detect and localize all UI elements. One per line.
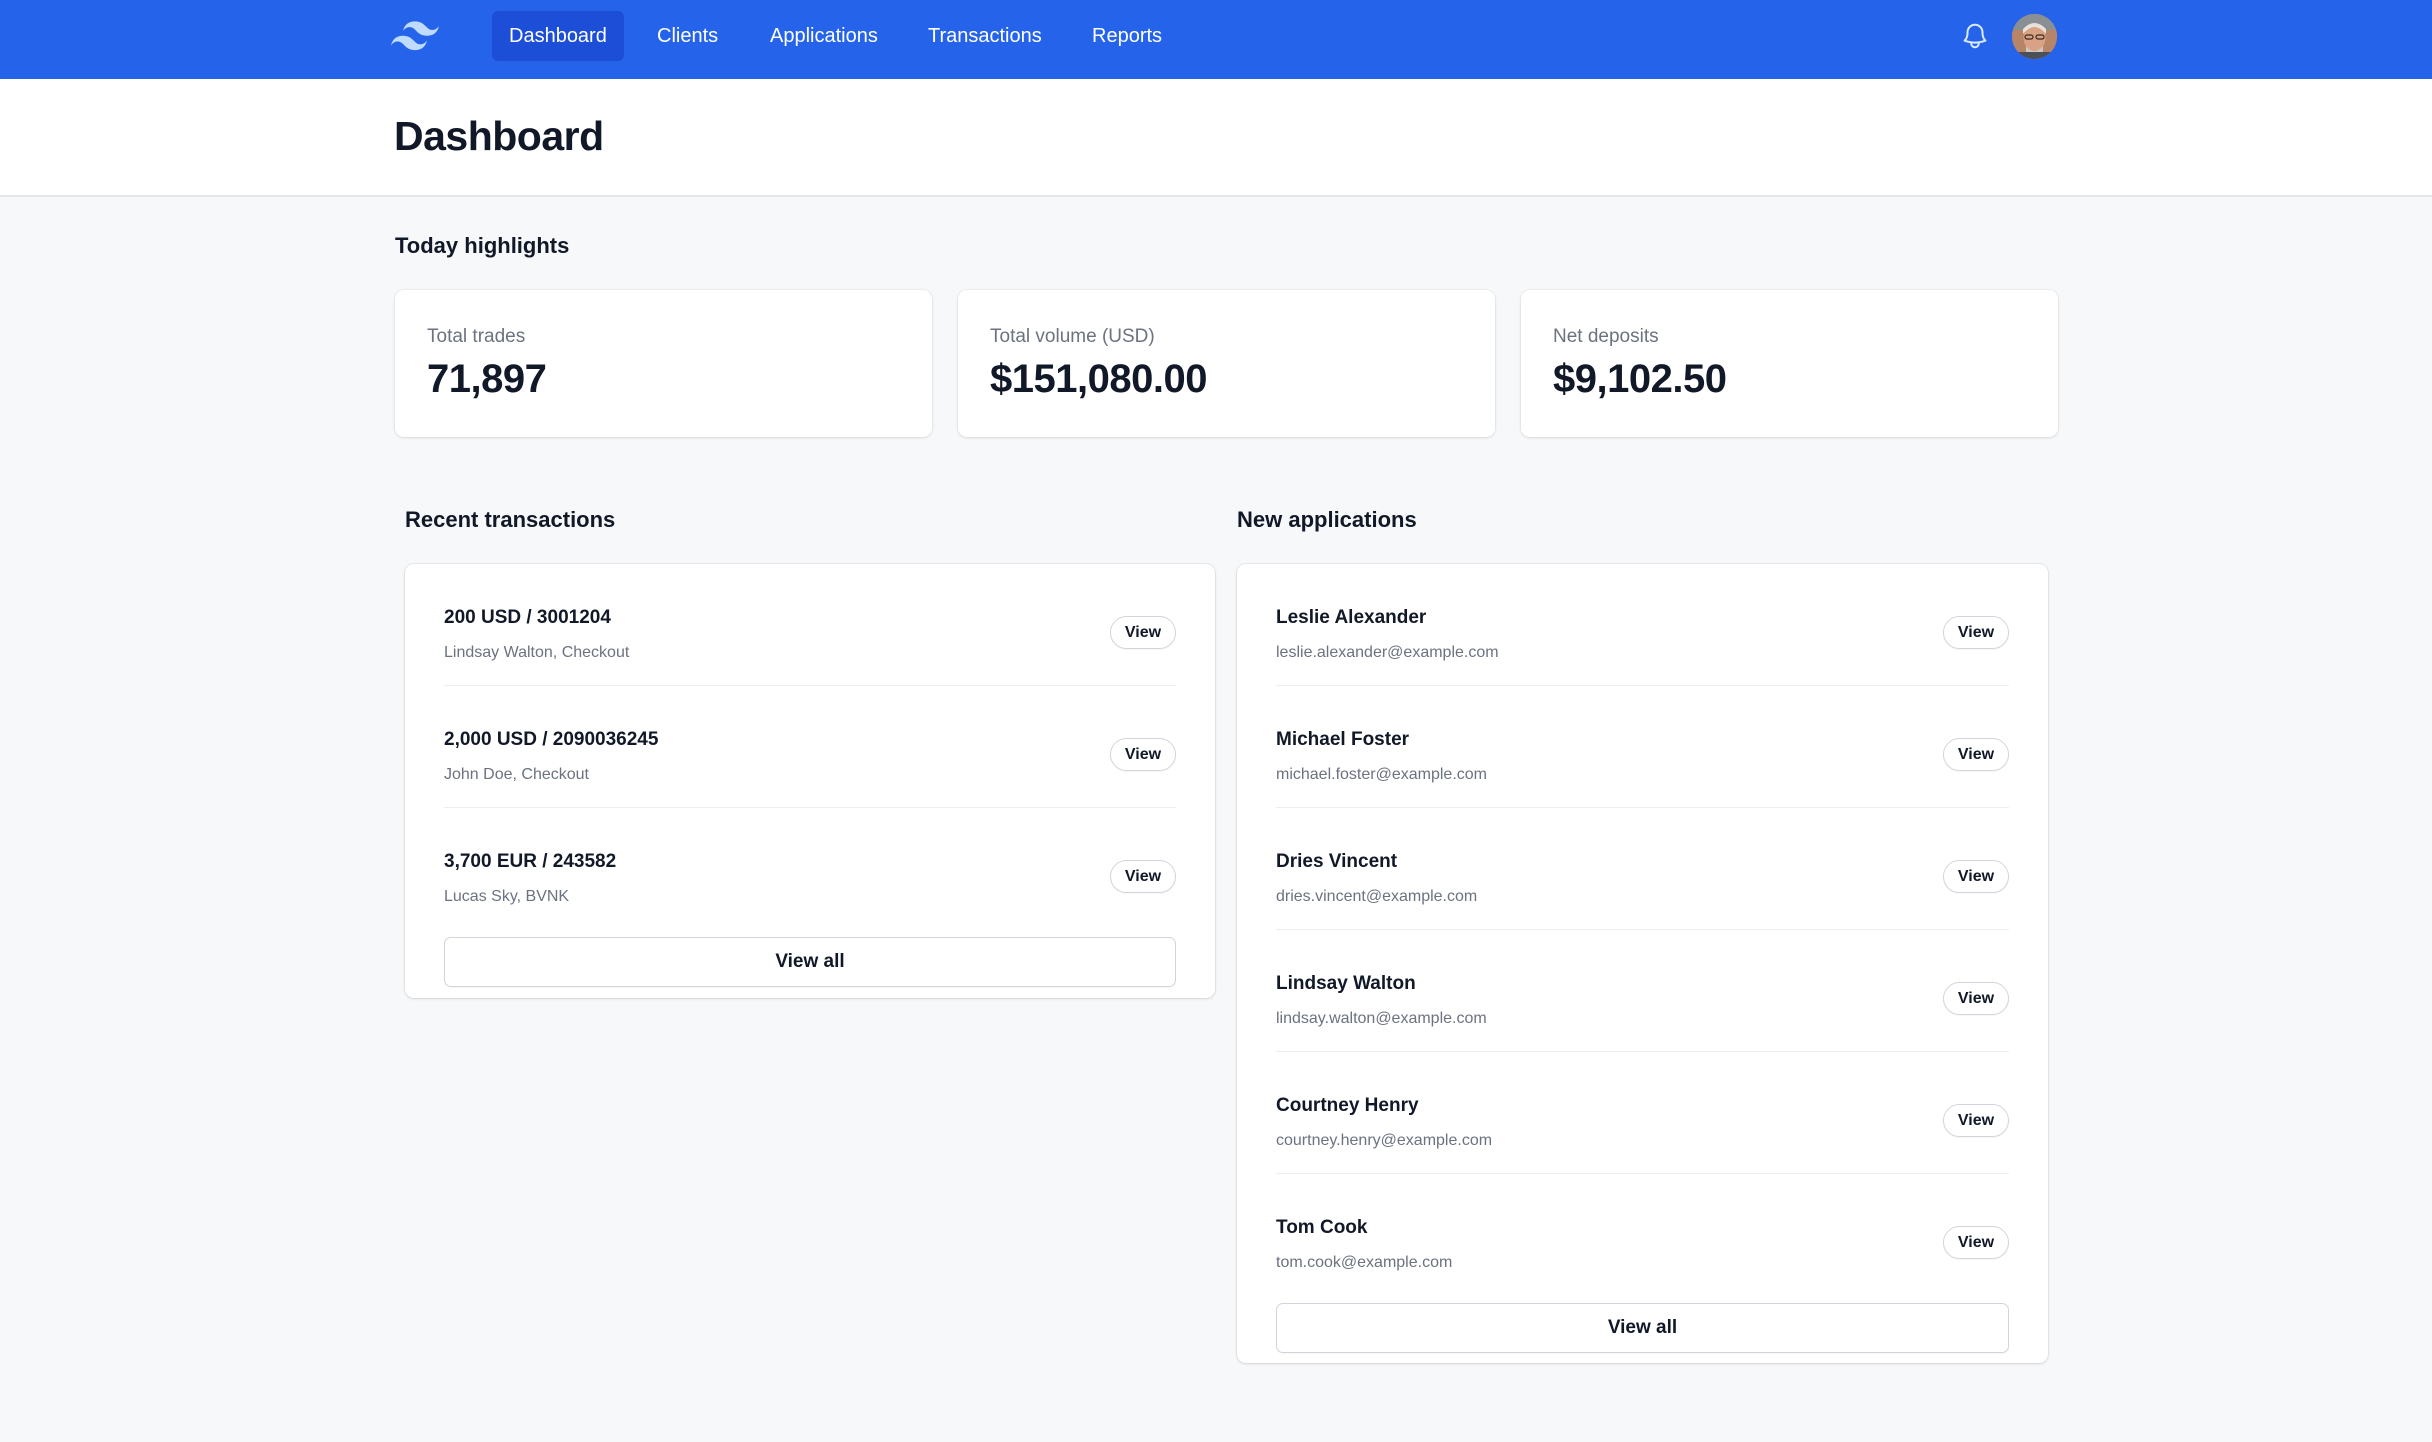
application-row: Dries Vincent dries.vincent@example.com … bbox=[1276, 808, 2009, 930]
applicant-email: tom.cook@example.com bbox=[1276, 1254, 1452, 1272]
transactions-card: 200 USD / 3001204 Lindsay Walton, Checko… bbox=[405, 564, 1215, 998]
view-button[interactable]: View bbox=[1110, 616, 1176, 649]
transaction-row: 2,000 USD / 2090036245 John Doe, Checkou… bbox=[444, 686, 1176, 808]
transaction-row: 3,700 EUR / 243582 Lucas Sky, BVNK View bbox=[444, 808, 1176, 930]
stat-card-net-deposits: Net deposits $9,102.50 bbox=[1521, 290, 2058, 437]
view-button[interactable]: View bbox=[1943, 1226, 2009, 1259]
view-button[interactable]: View bbox=[1943, 616, 2009, 649]
applicant-name: Michael Foster bbox=[1276, 729, 1409, 751]
applicant-name: Dries Vincent bbox=[1276, 851, 1397, 873]
bell-icon[interactable] bbox=[1960, 20, 1990, 52]
highlights-title: Today highlights bbox=[395, 233, 569, 259]
top-navigation-bar: Dashboard Clients Applications Transacti… bbox=[0, 0, 2432, 79]
view-button[interactable]: View bbox=[1110, 860, 1176, 893]
applicant-name: Leslie Alexander bbox=[1276, 607, 1426, 629]
transaction-subtitle: Lucas Sky, BVNK bbox=[444, 888, 569, 906]
applications-title: New applications bbox=[1237, 507, 1417, 533]
nav-clients[interactable]: Clients bbox=[640, 11, 735, 61]
application-row: Courtney Henry courtney.henry@example.co… bbox=[1276, 1052, 2009, 1174]
transaction-row: 200 USD / 3001204 Lindsay Walton, Checko… bbox=[444, 564, 1176, 686]
applicant-email: courtney.henry@example.com bbox=[1276, 1132, 1492, 1150]
transaction-subtitle: Lindsay Walton, Checkout bbox=[444, 644, 629, 662]
applications-card: Leslie Alexander leslie.alexander@exampl… bbox=[1237, 564, 2048, 1363]
applicant-name: Tom Cook bbox=[1276, 1217, 1367, 1239]
avatar-face-icon bbox=[2012, 14, 2057, 59]
application-row: Tom Cook tom.cook@example.com View bbox=[1276, 1174, 2009, 1296]
stat-card-total-volume: Total volume (USD) $151,080.00 bbox=[958, 290, 1495, 437]
stat-value: 71,897 bbox=[427, 357, 546, 402]
application-row: Leslie Alexander leslie.alexander@exampl… bbox=[1276, 564, 2009, 686]
application-row: Michael Foster michael.foster@example.co… bbox=[1276, 686, 2009, 808]
tailwind-waves-icon[interactable] bbox=[391, 18, 439, 54]
stat-label: Total trades bbox=[427, 326, 525, 348]
applicant-email: lindsay.walton@example.com bbox=[1276, 1010, 1487, 1028]
view-button[interactable]: View bbox=[1943, 860, 2009, 893]
stat-label: Net deposits bbox=[1553, 326, 1659, 348]
stat-label: Total volume (USD) bbox=[990, 326, 1155, 348]
stat-card-total-trades: Total trades 71,897 bbox=[395, 290, 932, 437]
stat-value: $151,080.00 bbox=[990, 357, 1207, 402]
page-title: Dashboard bbox=[394, 113, 604, 160]
nav-dashboard[interactable]: Dashboard bbox=[492, 11, 624, 61]
applicant-email: michael.foster@example.com bbox=[1276, 766, 1487, 784]
applicant-email: dries.vincent@example.com bbox=[1276, 888, 1477, 906]
view-all-applications-button[interactable]: View all bbox=[1276, 1303, 2009, 1353]
page-header: Dashboard bbox=[0, 79, 2432, 197]
applicant-email: leslie.alexander@example.com bbox=[1276, 644, 1499, 662]
nav-applications[interactable]: Applications bbox=[753, 11, 895, 61]
view-button[interactable]: View bbox=[1943, 982, 2009, 1015]
nav-transactions[interactable]: Transactions bbox=[911, 11, 1059, 61]
view-button[interactable]: View bbox=[1943, 1104, 2009, 1137]
applicant-name: Lindsay Walton bbox=[1276, 973, 1416, 995]
user-avatar[interactable] bbox=[2012, 14, 2057, 59]
view-button[interactable]: View bbox=[1110, 738, 1176, 771]
view-all-transactions-button[interactable]: View all bbox=[444, 937, 1176, 987]
view-button[interactable]: View bbox=[1943, 738, 2009, 771]
nav-reports[interactable]: Reports bbox=[1075, 11, 1179, 61]
application-row: Lindsay Walton lindsay.walton@example.co… bbox=[1276, 930, 2009, 1052]
stat-value: $9,102.50 bbox=[1553, 357, 1726, 402]
transaction-title: 2,000 USD / 2090036245 bbox=[444, 729, 658, 751]
applicant-name: Courtney Henry bbox=[1276, 1095, 1419, 1117]
transaction-title: 200 USD / 3001204 bbox=[444, 607, 611, 629]
transactions-title: Recent transactions bbox=[405, 507, 615, 533]
transaction-title: 3,700 EUR / 243582 bbox=[444, 851, 616, 873]
transaction-subtitle: John Doe, Checkout bbox=[444, 766, 589, 784]
